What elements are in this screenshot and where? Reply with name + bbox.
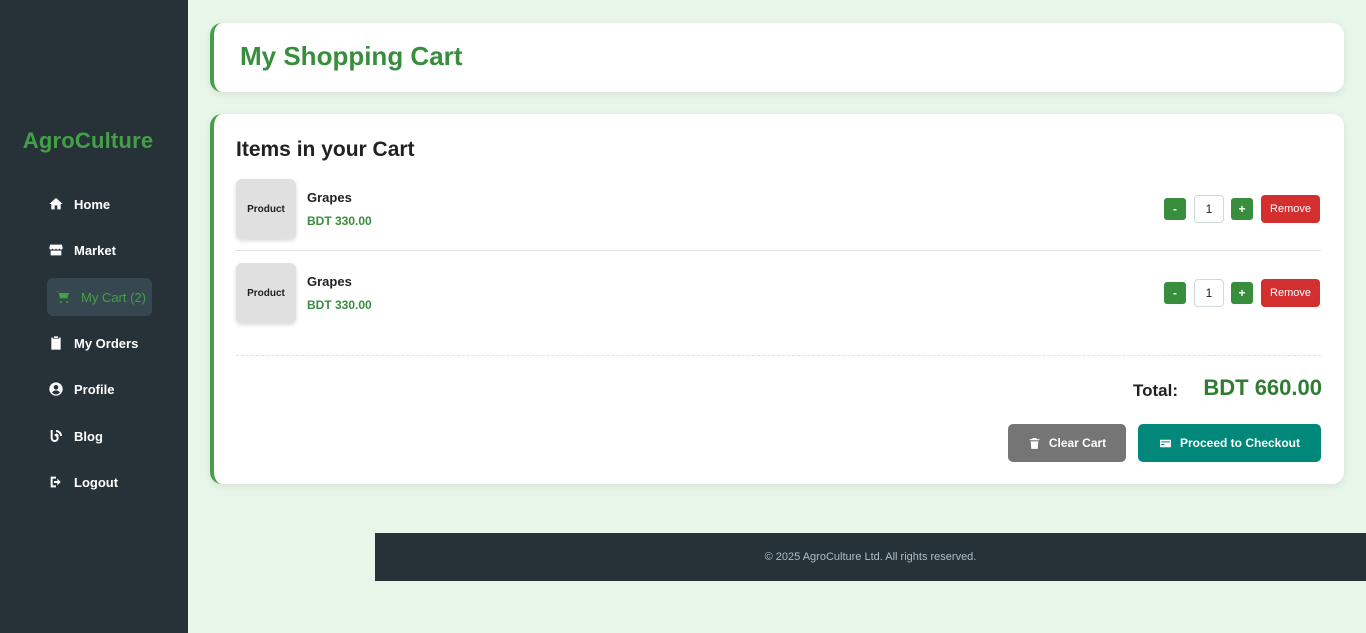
cart-item: Product Grapes BDT 330.00 - + Remove	[236, 179, 1321, 241]
increase-qty-button[interactable]: +	[1231, 282, 1253, 304]
logout-icon	[47, 474, 64, 491]
sidebar-item-market[interactable]: Market	[47, 231, 152, 269]
item-price: BDT 330.00	[307, 214, 372, 228]
home-icon	[47, 196, 64, 213]
blog-icon	[47, 428, 64, 445]
store-icon	[47, 242, 64, 259]
increase-qty-button[interactable]: +	[1231, 198, 1253, 220]
total-divider	[236, 355, 1321, 356]
item-price: BDT 330.00	[307, 298, 372, 312]
sidebar-item-cart[interactable]: My Cart (2)	[47, 278, 152, 316]
item-name: Grapes	[307, 190, 352, 205]
copyright-text: © 2025 AgroCulture Ltd. All rights reser…	[764, 551, 977, 563]
product-thumbnail: Product	[236, 179, 296, 239]
sidebar-item-label: Home	[74, 196, 111, 212]
user-circle-icon	[47, 381, 64, 398]
sidebar-item-label: My Cart (2)	[81, 289, 146, 305]
sidebar-item-blog[interactable]: Blog	[47, 417, 152, 455]
remove-button[interactable]: Remove	[1261, 195, 1320, 223]
credit-card-icon	[1160, 439, 1171, 447]
checkout-button[interactable]: Proceed to Checkout	[1138, 424, 1321, 462]
sidebar-item-label: Market	[74, 242, 116, 258]
clipboard-icon	[47, 335, 64, 352]
decrease-qty-button[interactable]: -	[1164, 282, 1186, 304]
trash-icon	[1029, 437, 1040, 449]
checkout-label: Proceed to Checkout	[1179, 436, 1301, 450]
item-divider	[236, 250, 1321, 251]
sidebar-item-home[interactable]: Home	[47, 185, 152, 223]
product-thumbnail: Product	[236, 263, 296, 323]
qty-input[interactable]	[1194, 195, 1224, 223]
item-name: Grapes	[307, 274, 352, 289]
cart-panel: Items in your Cart Product Grapes BDT 33…	[210, 114, 1344, 484]
sidebar-item-label: Blog	[74, 428, 103, 444]
section-title: Items in your Cart	[236, 138, 415, 161]
sidebar-item-label: Logout	[74, 474, 119, 490]
clear-cart-button[interactable]: Clear Cart	[1008, 424, 1126, 462]
sidebar-item-label: My Orders	[74, 335, 139, 351]
decrease-qty-button[interactable]: -	[1164, 198, 1186, 220]
cart-icon	[54, 289, 71, 306]
cart-item: Product Grapes BDT 330.00 - + Remove	[236, 263, 1321, 325]
footer: © 2025 AgroCulture Ltd. All rights reser…	[375, 533, 1366, 581]
sidebar-item-label: Profile	[74, 381, 115, 397]
remove-button[interactable]: Remove	[1261, 279, 1320, 307]
sidebar-item-orders[interactable]: My Orders	[47, 324, 152, 362]
page-header: My Shopping Cart	[210, 23, 1344, 92]
brand-logo[interactable]: AgroCulture	[0, 128, 176, 154]
total-value: BDT 660.00	[1203, 375, 1322, 400]
total-label: Total:	[1133, 381, 1179, 400]
sidebar-item-profile[interactable]: Profile	[47, 370, 152, 408]
qty-input[interactable]	[1194, 279, 1224, 307]
clear-cart-label: Clear Cart	[1048, 436, 1107, 450]
sidebar-item-logout[interactable]: Logout	[47, 463, 152, 501]
page-title: My Shopping Cart	[240, 41, 463, 71]
sidebar: AgroCulture Home Market My Cart (2) My O…	[0, 0, 188, 633]
